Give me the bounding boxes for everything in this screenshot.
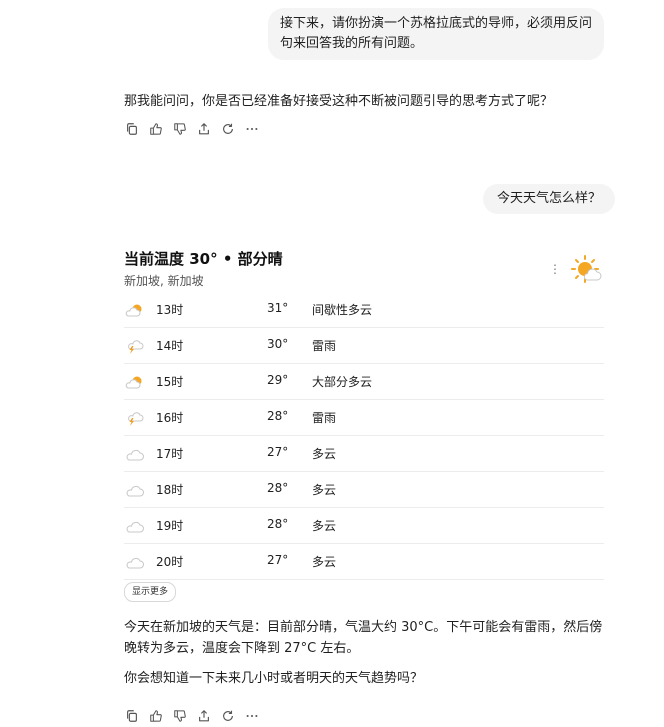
cloud-icon [124, 554, 146, 570]
thumbs-up-icon[interactable] [148, 708, 164, 724]
more-icon[interactable] [244, 121, 260, 137]
show-more-button[interactable]: 显示更多 [124, 582, 177, 602]
forecast-temp: 31° [267, 301, 289, 315]
forecast-condition: 多云 [312, 555, 337, 569]
forecast-condition: 雷雨 [312, 411, 337, 425]
regenerate-icon[interactable] [220, 121, 236, 137]
forecast-time: 13时 [156, 303, 184, 317]
user-message: 接下来，请你扮演一个苏格拉底式的导师，必须用反问句来回答我的所有问题。 [268, 8, 604, 60]
weather-title: 当前温度 30° • 部分晴 [124, 250, 283, 268]
forecast-temp: 27° [267, 553, 289, 567]
regenerate-icon[interactable] [220, 708, 236, 724]
partly-sunny-icon [124, 302, 146, 318]
forecast-row: 14时 30° 雷雨 [124, 328, 604, 364]
thumbs-down-icon[interactable] [172, 121, 188, 137]
user-message: 今天天气怎么样？ [483, 184, 616, 214]
forecast-condition: 多云 [312, 519, 337, 533]
weather-summary: 今天在新加坡的天气是：目前部分晴，气温大约 30°C。下午可能会有雷雨，然后傍晚… [124, 620, 603, 656]
partly-sunny-icon [124, 374, 146, 390]
forecast-row: 17时 27° 多云 [124, 436, 604, 472]
thunderstorm-icon [124, 410, 146, 426]
forecast-temp: 28° [267, 481, 289, 495]
forecast-condition: 大部分多云 [312, 375, 373, 389]
forecast-time: 16时 [156, 411, 184, 425]
kebab-menu-icon[interactable]: ⋮ [549, 261, 561, 277]
cloud-icon [124, 482, 146, 498]
forecast-condition: 间歇性多云 [312, 303, 373, 317]
forecast-temp: 30° [267, 337, 289, 351]
thunderstorm-icon [124, 338, 146, 354]
forecast-row: 20时 27° 多云 [124, 544, 604, 580]
thumbs-up-icon[interactable] [148, 121, 164, 137]
forecast-condition: 多云 [312, 483, 337, 497]
share-icon[interactable] [196, 121, 212, 137]
cloud-icon [124, 518, 146, 534]
hourly-forecast: 13时 31° 间歇性多云 14时 30° 雷雨 15时 29° 大部分多云 16时 28° 雷雨 17… [124, 292, 604, 580]
forecast-time: 18时 [156, 483, 184, 497]
forecast-time: 14时 [156, 339, 184, 353]
forecast-temp: 29° [267, 373, 289, 387]
forecast-row: 18时 28° 多云 [124, 472, 604, 508]
follow-up-question: 你会想知道一下未来几小时或者明天的天气趋势吗？ [124, 671, 424, 686]
cloud-icon [124, 446, 146, 462]
message-actions [124, 708, 260, 724]
forecast-condition: 雷雨 [312, 339, 337, 353]
forecast-time: 19时 [156, 519, 184, 533]
copy-icon[interactable] [124, 708, 140, 724]
forecast-time: 17时 [156, 447, 184, 461]
forecast-temp: 28° [267, 409, 289, 423]
message-actions [124, 121, 260, 137]
forecast-temp: 27° [267, 445, 289, 459]
weather-location: 新加坡, 新加坡 [124, 274, 204, 288]
forecast-condition: 多云 [312, 447, 337, 461]
thumbs-down-icon[interactable] [172, 708, 188, 724]
forecast-row: 16时 28° 雷雨 [124, 400, 604, 436]
share-icon[interactable] [196, 708, 212, 724]
forecast-row: 19时 28° 多云 [124, 508, 604, 544]
forecast-row: 15时 29° 大部分多云 [124, 364, 604, 400]
forecast-row: 13时 31° 间歇性多云 [124, 292, 604, 328]
more-icon[interactable] [244, 708, 260, 724]
assistant-message: 那我能问问，你是否已经准备好接受这种不断被问题引导的思考方式了呢？ [124, 94, 554, 109]
partly-sunny-icon [568, 254, 602, 284]
forecast-time: 20时 [156, 555, 184, 569]
copy-icon[interactable] [124, 121, 140, 137]
forecast-time: 15时 [156, 375, 184, 389]
forecast-temp: 28° [267, 517, 289, 531]
